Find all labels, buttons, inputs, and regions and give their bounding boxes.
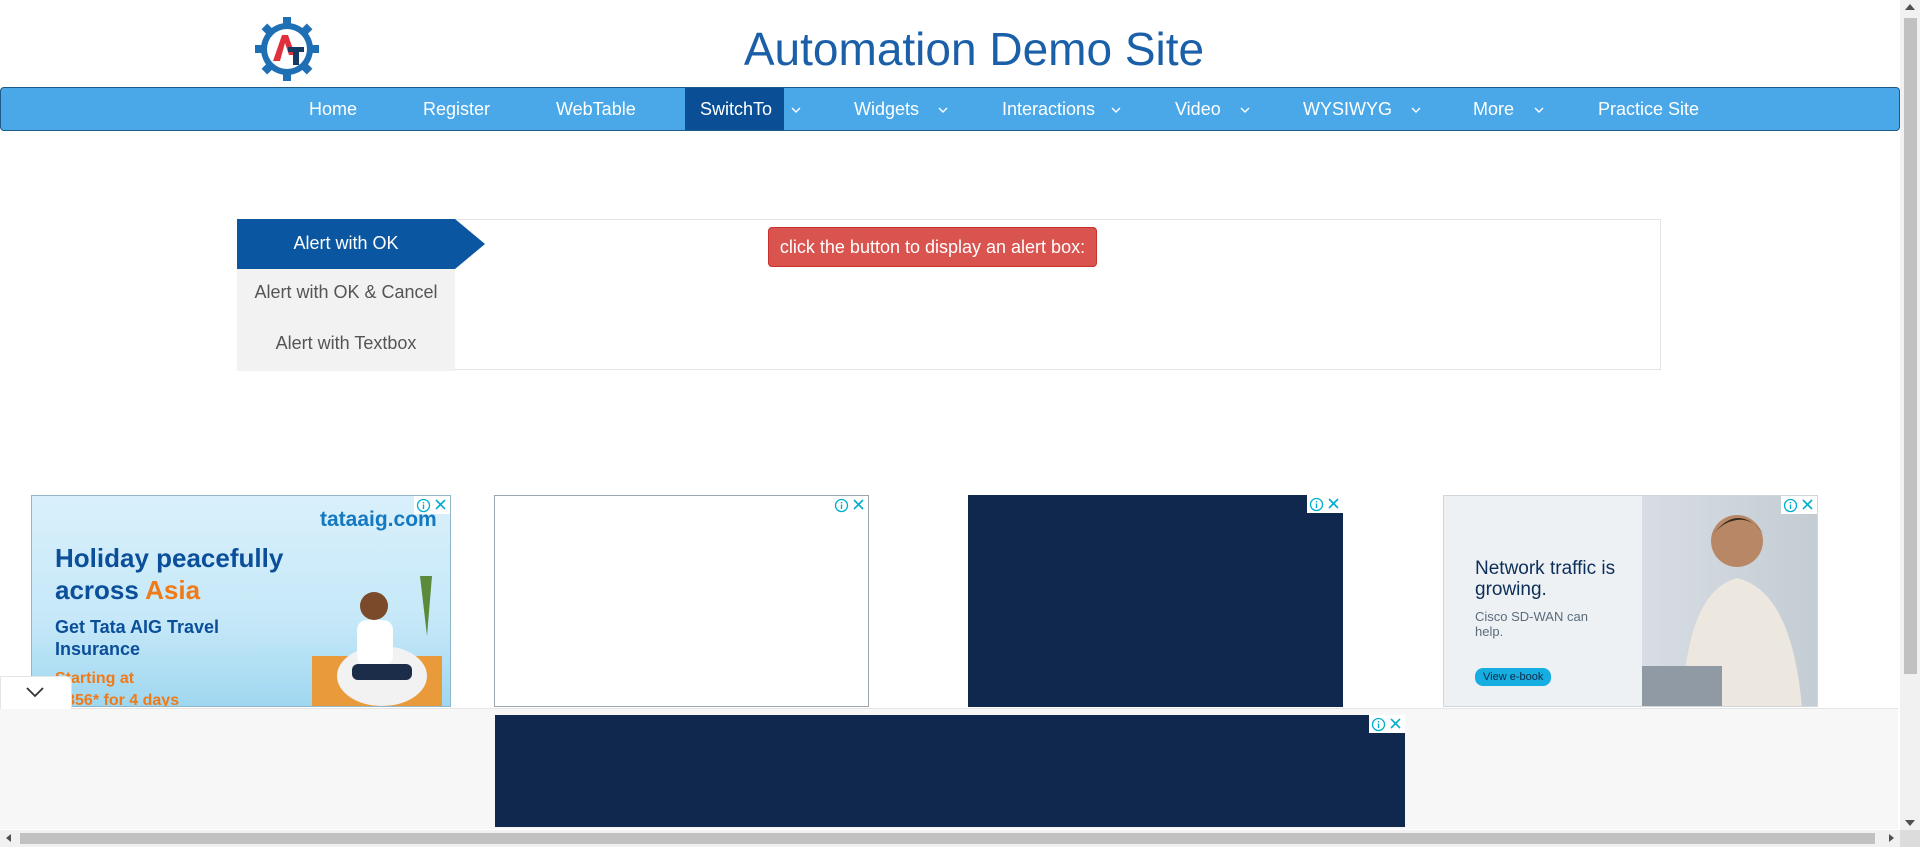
nav-home[interactable]: Home <box>309 88 357 130</box>
alert-tabs: Alert with OK Alert with OK & Cancel Ale… <box>237 219 455 371</box>
ad-info-icon[interactable] <box>1783 498 1798 513</box>
ad-subheadline: Get Tata AIG Travel Insurance <box>55 617 220 659</box>
nav-wysiwyg[interactable]: WYSIWYG <box>1303 88 1392 130</box>
scroll-down-arrow-icon[interactable] <box>1905 820 1915 826</box>
ad-headline-line1: Holiday peacefully <box>55 543 284 573</box>
chevron-down-icon[interactable] <box>1240 88 1250 130</box>
ad-info-icon[interactable] <box>1371 717 1386 732</box>
ad-close-icon[interactable] <box>1800 497 1815 512</box>
ad-headline-line2: across <box>55 575 146 605</box>
ad-controls <box>1369 715 1405 733</box>
chevron-down-icon[interactable] <box>791 88 801 130</box>
horizontal-scrollbar[interactable] <box>0 830 1900 847</box>
vertical-scrollbar[interactable] <box>1900 0 1920 830</box>
horizontal-scroll-thumb[interactable] <box>20 833 1875 844</box>
nav-practice-site[interactable]: Practice Site <box>1598 88 1699 130</box>
ad-close-icon[interactable] <box>1326 496 1341 511</box>
nav-switchto[interactable]: SwitchTo <box>685 88 784 130</box>
ad-info-icon[interactable] <box>834 498 849 513</box>
ad-close-icon[interactable] <box>433 497 448 512</box>
ad-controls <box>414 496 450 514</box>
chevron-down-icon[interactable] <box>1534 88 1544 130</box>
tab-alert-with-textbox[interactable]: Alert with Textbox <box>237 333 455 354</box>
ad-cta-button[interactable]: View e-book <box>1475 668 1552 686</box>
nav-register[interactable]: Register <box>423 88 490 130</box>
scroll-left-arrow-icon[interactable] <box>6 834 11 842</box>
vertical-scroll-thumb[interactable] <box>1904 18 1917 674</box>
main-navbar: Home Register WebTable SwitchTo Widgets … <box>0 87 1900 131</box>
ad-headline: Holiday peacefully across Asia <box>55 542 335 606</box>
ad-controls <box>1781 496 1817 514</box>
collapse-anchor-ad-button[interactable] <box>0 676 72 709</box>
ad-close-icon[interactable] <box>1388 716 1403 731</box>
chevron-down-icon[interactable] <box>1411 88 1421 130</box>
nav-video[interactable]: Video <box>1175 88 1221 130</box>
ad-price: Starting at ₹356* for 4 days <box>55 668 235 707</box>
scrollbar-corner <box>1900 830 1920 847</box>
ad-blank[interactable] <box>494 495 869 707</box>
nav-webtable[interactable]: WebTable <box>556 88 636 130</box>
chevron-down-icon[interactable] <box>1111 88 1121 130</box>
scroll-right-arrow-icon[interactable] <box>1889 834 1894 842</box>
chevron-down-icon <box>26 687 44 698</box>
ad-close-icon[interactable] <box>851 497 866 512</box>
anchor-ad[interactable] <box>495 715 1405 827</box>
ad-headline: Network traffic is growing. <box>1475 558 1616 600</box>
tab-alert-with-ok[interactable]: Alert with OK <box>237 219 455 269</box>
nav-more[interactable]: More <box>1473 88 1514 130</box>
ad-cisco[interactable]: Network traffic is growing. Cisco SD-WAN… <box>1443 495 1818 707</box>
ad-controls <box>1307 495 1343 513</box>
ad-person-illustration <box>1642 515 1802 706</box>
ad-info-icon[interactable] <box>416 498 431 513</box>
ad-subheadline: Cisco SD-WAN can help. <box>1475 609 1588 639</box>
ad-person-image <box>1642 496 1817 706</box>
chevron-down-icon[interactable] <box>938 88 948 130</box>
tab-alert-with-ok-cancel[interactable]: Alert with OK & Cancel <box>237 282 455 303</box>
ad-person-image <box>312 576 442 706</box>
active-tab-arrow-icon <box>455 219 485 269</box>
ad-tata-aig[interactable]: tataaig.com Holiday peacefully across As… <box>31 495 451 707</box>
ad-headline-highlight: Asia <box>145 575 201 605</box>
nav-interactions[interactable]: Interactions <box>1002 88 1095 130</box>
display-alert-button[interactable]: click the button to display an alert box… <box>768 227 1097 267</box>
nav-widgets[interactable]: Widgets <box>854 88 919 130</box>
ad-controls <box>832 496 868 514</box>
ad-dark[interactable] <box>968 495 1343 707</box>
scroll-up-arrow-icon[interactable] <box>1905 4 1915 10</box>
ad-info-icon[interactable] <box>1309 497 1324 512</box>
page-title: Automation Demo Site <box>743 23 1205 75</box>
ad-price-line2: ₹356* for 4 days <box>55 692 180 707</box>
